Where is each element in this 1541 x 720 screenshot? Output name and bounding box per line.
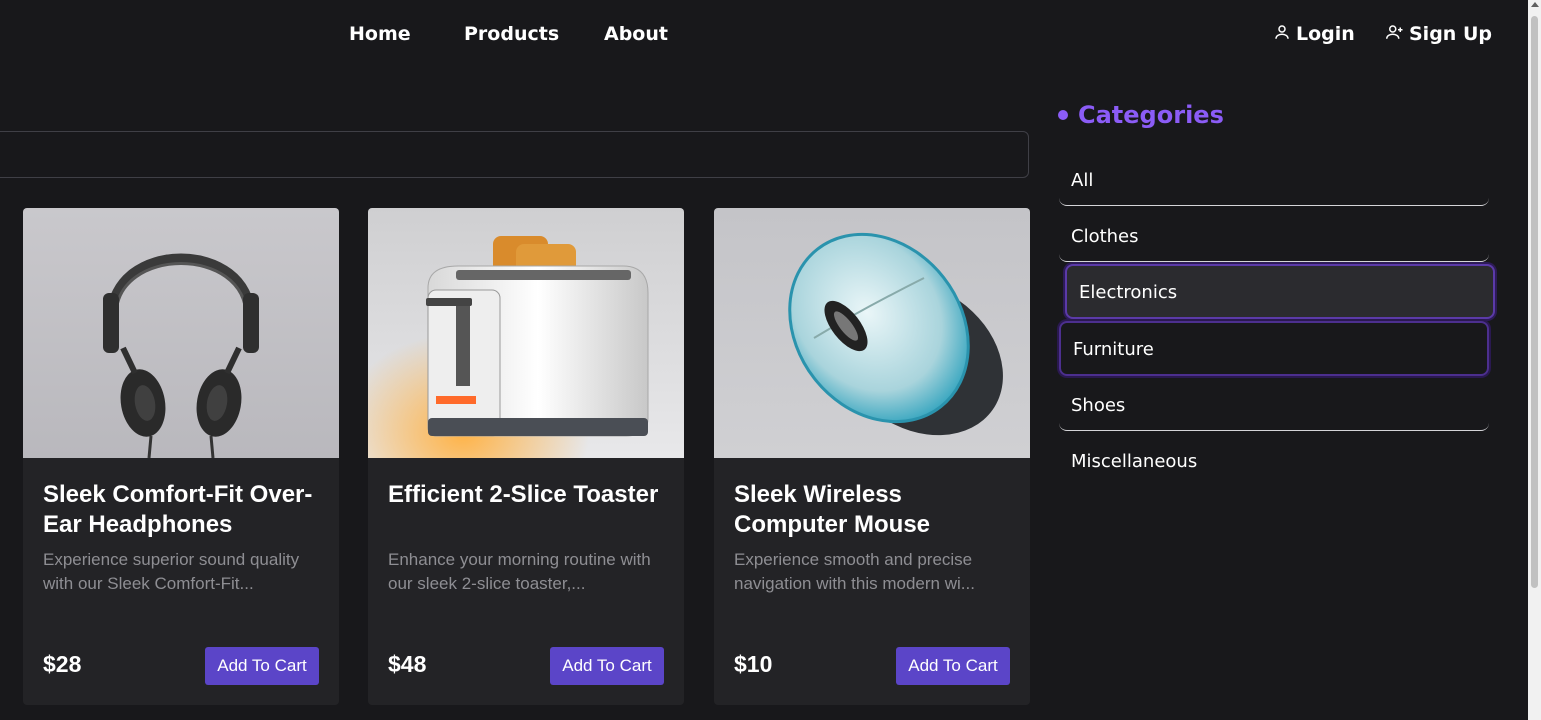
category-all[interactable]: All [1059, 156, 1489, 206]
vertical-scrollbar[interactable] [1528, 0, 1541, 720]
add-to-cart-button[interactable]: Add To Cart [896, 647, 1010, 685]
product-description: Experience smooth and precise navigation… [734, 550, 975, 593]
headphones-image [23, 208, 339, 458]
product-card[interactable]: Sleek Wireless Computer Mouse Experience… [714, 208, 1030, 705]
add-to-cart-button[interactable]: Add To Cart [205, 647, 319, 685]
scroll-up-arrow-icon[interactable] [1531, 2, 1539, 7]
product-title: Efficient 2-Slice Toaster [388, 481, 659, 508]
signup-button[interactable]: Sign Up [1386, 20, 1492, 48]
login-label: Login [1296, 23, 1355, 45]
categories-heading-label: Categories [1078, 101, 1224, 129]
categories-heading: Categories [1058, 101, 1224, 129]
category-furniture[interactable]: Furniture [1059, 321, 1489, 376]
scrollbar-thumb[interactable] [1531, 16, 1538, 588]
signup-label: Sign Up [1409, 23, 1492, 45]
product-description: Enhance your morning routine with our sl… [388, 550, 651, 593]
mouse-image [714, 208, 1030, 458]
user-icon [1273, 23, 1291, 46]
nav-home-link[interactable]: Home [349, 20, 411, 48]
category-clothes[interactable]: Clothes [1059, 212, 1489, 262]
login-button[interactable]: Login [1273, 20, 1355, 48]
add-to-cart-button[interactable]: Add To Cart [550, 647, 664, 685]
category-electronics[interactable]: Electronics [1065, 264, 1495, 319]
product-description: Experience superior sound quality with o… [43, 550, 300, 593]
product-title: Sleek Wireless Computer Mouse [734, 481, 931, 538]
toaster-image [368, 208, 684, 458]
bullet-icon [1058, 110, 1068, 120]
category-shoes[interactable]: Shoes [1059, 381, 1489, 431]
product-price: $28 [43, 651, 82, 677]
category-miscellaneous[interactable]: Miscellaneous [1059, 437, 1489, 487]
product-card[interactable]: Efficient 2-Slice Toaster Enhance your m… [368, 208, 684, 705]
user-plus-icon [1386, 23, 1404, 46]
nav-products-link[interactable]: Products [464, 20, 559, 48]
product-card[interactable]: Sleek Comfort-Fit Over-Ear Headphones Ex… [23, 208, 339, 705]
nav-about-link[interactable]: About [604, 20, 668, 48]
product-price: $48 [388, 651, 427, 677]
product-price: $10 [734, 651, 773, 677]
search-input[interactable] [0, 131, 1029, 178]
product-title: Sleek Comfort-Fit Over-Ear Headphones [43, 481, 313, 538]
